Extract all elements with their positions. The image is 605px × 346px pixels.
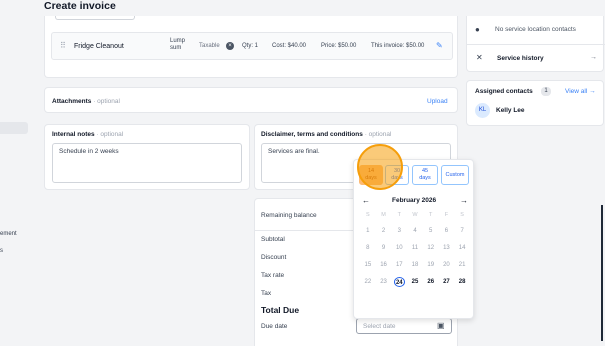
previous-item-edge (55, 16, 135, 20)
arrow-right-icon: → (590, 54, 597, 61)
tools-icon: ✕ (476, 53, 483, 62)
total-due-label: Total Due (261, 305, 300, 315)
internal-notes-textarea[interactable]: Schedule in 2 weeks (52, 143, 242, 183)
scrollbar[interactable] (601, 205, 603, 341)
weekday: F (444, 212, 449, 218)
upload-link[interactable]: Upload (427, 98, 448, 105)
due-date-placeholder: Select date (363, 323, 396, 330)
remove-tax-icon[interactable]: × (226, 42, 234, 50)
drag-handle-icon[interactable]: ⠿ (60, 41, 66, 50)
service-history-row[interactable]: ✕ Service history → (467, 46, 605, 70)
taxable-label: Taxable (199, 43, 220, 49)
calendar-day: 1 (366, 228, 370, 234)
today-marker: 24 (393, 277, 405, 287)
calendar-icon[interactable]: ▣ (437, 321, 445, 330)
subtotal-label: Subtotal (261, 236, 285, 243)
calendar-day: 21 (458, 262, 466, 268)
calendar-day: 22 (364, 279, 372, 285)
edit-pencil-icon[interactable]: ✎ (436, 41, 443, 50)
assigned-count-badge: 1 (541, 87, 551, 96)
qty-value: Qty: 1 (242, 43, 259, 49)
quick-option-custom[interactable]: Custom (441, 165, 469, 185)
tax-label: Tax (261, 290, 272, 297)
internal-notes-card: Internal notes · optional Schedule in 2 … (44, 124, 250, 190)
weekday: W (412, 212, 418, 218)
weekday: T (397, 212, 401, 218)
contact-name[interactable]: Kelly Lee (496, 107, 525, 114)
calendar-day: 16 (380, 262, 387, 268)
disclaimer-label: Disclaimer, terms and conditions · optio… (261, 131, 392, 138)
weekday: S (366, 212, 370, 218)
location-contacts-card: ● No service location contacts ✕ Service… (466, 16, 605, 72)
sidebar-item-label[interactable]: s (0, 248, 3, 254)
month-title: February 2026 (392, 197, 437, 204)
calendar-day: 19 (427, 262, 435, 268)
calendar-day: 13 (443, 245, 450, 251)
calendar-day: 17 (395, 262, 403, 268)
calendar-day: 20 (443, 262, 450, 268)
view-all-link[interactable]: View all → (565, 88, 596, 95)
assigned-contacts-label: Assigned contacts (475, 88, 533, 95)
due-date-label: Due date (261, 323, 288, 330)
prev-month-icon[interactable]: ← (362, 196, 370, 205)
calendar-day: 7 (460, 228, 464, 234)
line-item-type: Lump sum (170, 38, 186, 51)
calendar-day: 6 (444, 228, 449, 234)
next-month-icon[interactable]: → (460, 196, 468, 205)
calendar-day: 9 (381, 245, 386, 251)
calendar-day: 10 (395, 245, 403, 251)
weekday: T (429, 212, 433, 218)
calendar-day: 18 (411, 262, 419, 268)
calendar-day[interactable]: 25 (407, 277, 423, 287)
this-invoice-value: This invoice: $50.00 (371, 43, 425, 49)
calendar-day[interactable]: 28 (454, 277, 470, 287)
calendar-day: 11 (411, 245, 419, 251)
service-location-text: No service location contacts (495, 26, 576, 33)
calendar-day: 14 (458, 245, 466, 251)
sidebar (0, 0, 44, 346)
location-pin-icon: ● (475, 25, 480, 34)
page-title: Create invoice (44, 0, 116, 12)
calendar-day: 15 (364, 262, 372, 268)
panel-divider (467, 44, 605, 45)
due-date-input[interactable]: Select date ▣ (356, 318, 452, 334)
line-item-row[interactable]: ⠿ Fridge Cleanout Lump sum Taxable × Qty… (51, 32, 453, 60)
calendar-day: 5 (429, 228, 433, 234)
internal-notes-label: Internal notes · optional (52, 131, 124, 138)
calendar-day: 23 (380, 279, 387, 285)
attachments-label: Attachments · optional (52, 98, 120, 105)
price-value: Price: $50.00 (321, 43, 357, 49)
line-items-card: ⠿ Fridge Cleanout Lump sum Taxable × Qty… (44, 16, 458, 78)
avatar: KL (475, 103, 490, 118)
calendar-day-today[interactable]: 24 (391, 277, 407, 287)
discount-label: Discount (261, 254, 287, 261)
sidebar-item-label[interactable]: ement (0, 231, 17, 237)
line-item-name: Fridge Cleanout (74, 43, 124, 50)
remaining-balance-label: Remaining balance (261, 212, 317, 219)
cost-value: Cost: $40.00 (272, 43, 307, 49)
service-history-label: Service history (497, 55, 544, 62)
sidebar-item-active[interactable] (0, 122, 28, 134)
weekday-header: S M T W T F S (360, 210, 470, 220)
calendar-day: 2 (381, 228, 386, 234)
calendar-day[interactable]: 27 (439, 277, 455, 287)
calendar-day: 8 (366, 245, 370, 251)
quick-option-45-days[interactable]: 45 days (412, 165, 438, 185)
weekday: M (381, 212, 386, 218)
weekday: S (460, 212, 464, 218)
tax-rate-label: Tax rate (261, 272, 285, 279)
tap-highlight-indicator (357, 144, 403, 190)
assigned-contacts-card: Assigned contacts 1 View all → KL Kelly … (466, 80, 604, 126)
calendar-day: 4 (413, 228, 417, 234)
attachments-card: Attachments · optional Upload (44, 87, 458, 113)
calendar-day: 3 (397, 228, 401, 234)
calendar-day[interactable]: 26 (423, 277, 439, 287)
calendar-day: 12 (427, 245, 435, 251)
calendar-grid: 1 2 3 4 5 6 7 8 9 10 11 12 13 14 15 16 1… (360, 226, 470, 287)
